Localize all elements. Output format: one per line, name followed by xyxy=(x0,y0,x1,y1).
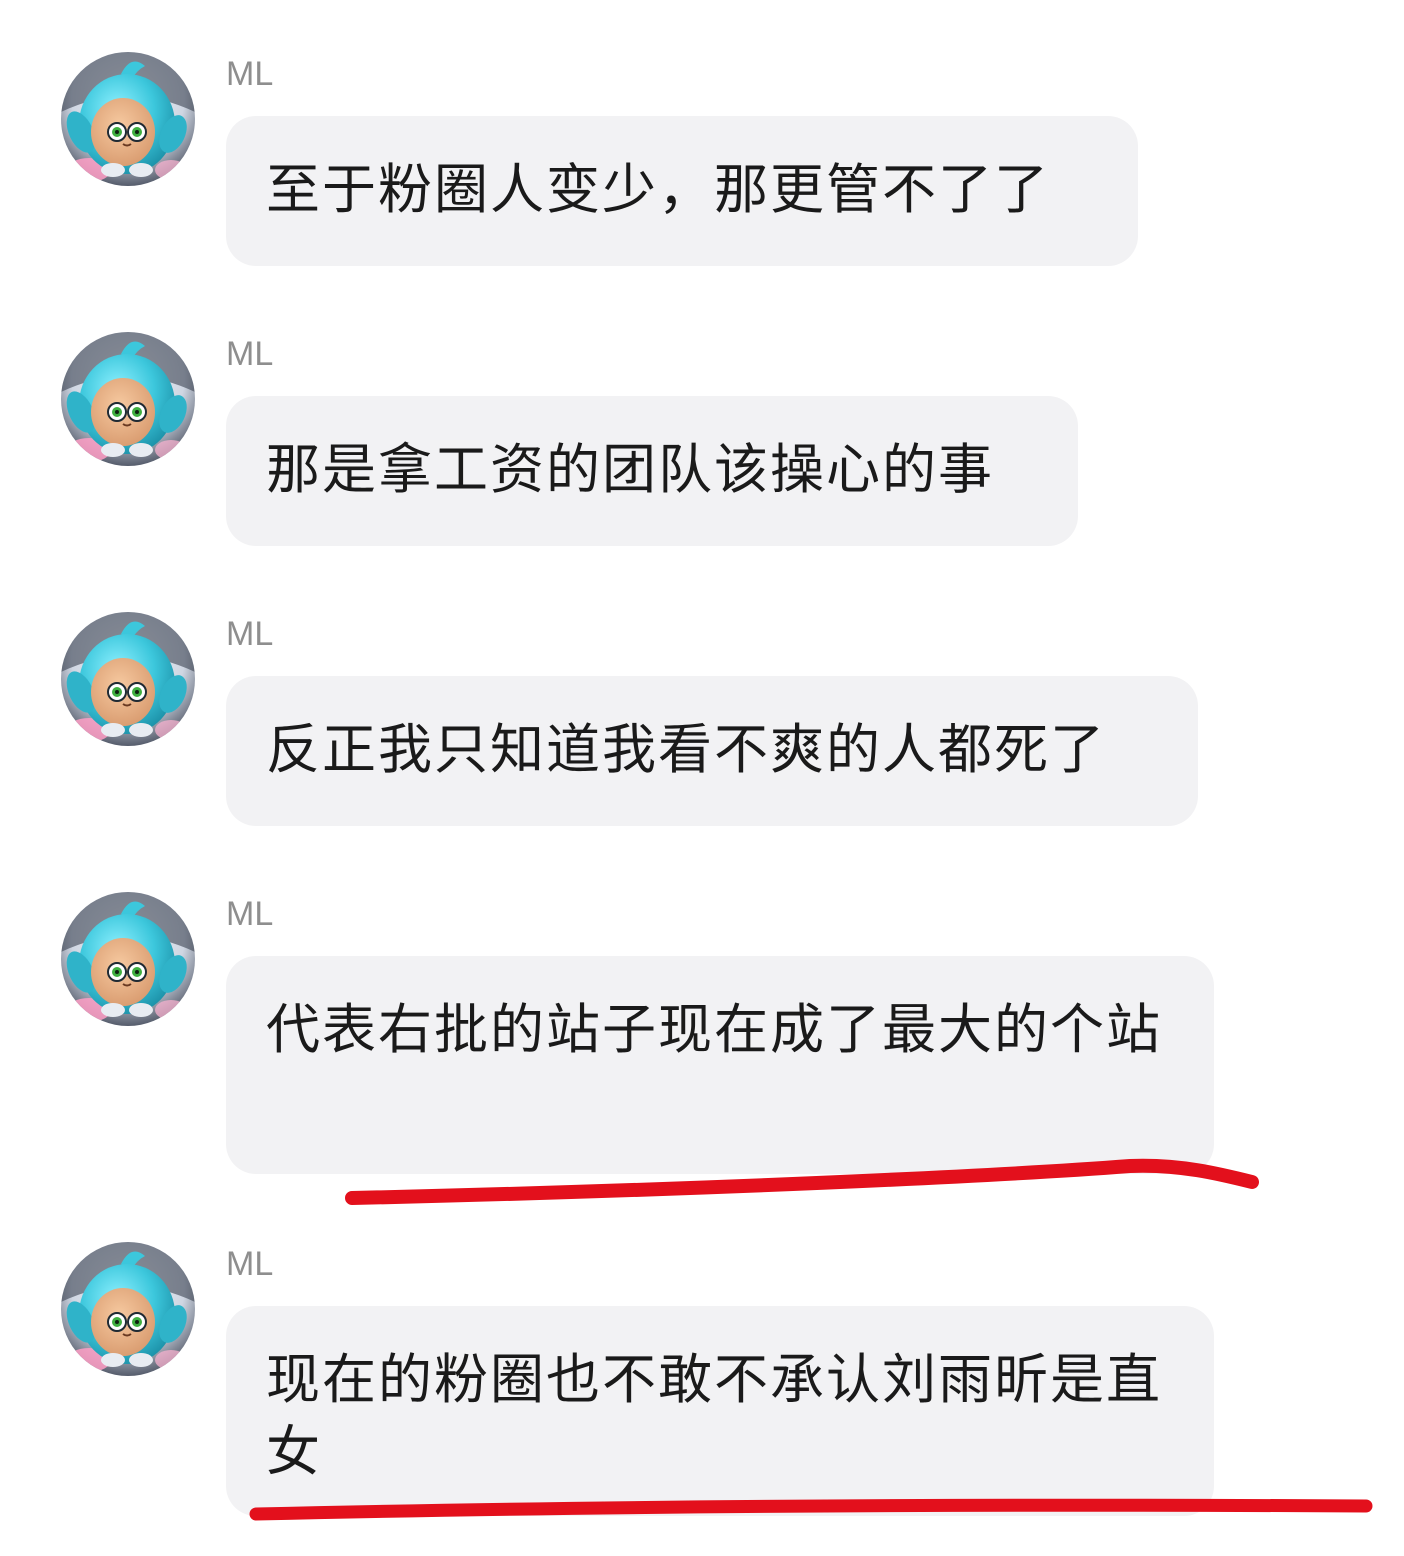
chat-message-list: ML 至于粉圈人变少，那更管不了了 ML 那是拿工资的团队该操心的事 ML 反正… xyxy=(0,0,1404,1556)
annotation-underlines xyxy=(249,1158,1373,1521)
red-underline-annotation xyxy=(249,1498,1373,1521)
red-underline-annotation xyxy=(345,1158,1259,1205)
